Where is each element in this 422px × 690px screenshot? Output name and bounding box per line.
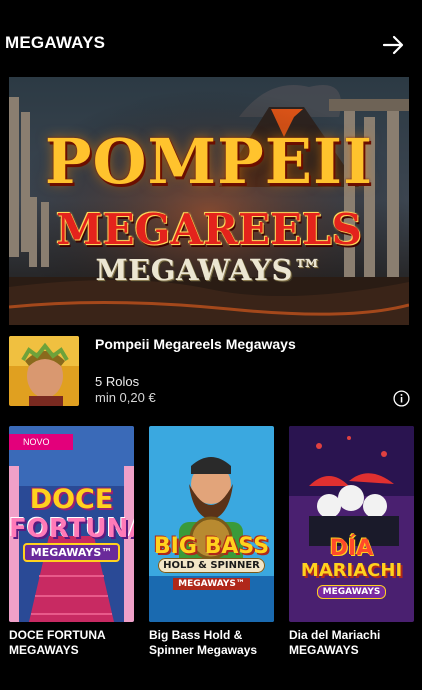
card-logo-line1: DOCE — [29, 484, 114, 515]
card-logo-line2: HOLD & SPINNER — [149, 558, 274, 573]
game-card-label[interactable]: Dia del Mariachi MEGAWAYS — [289, 628, 417, 658]
section-header: MEGAWAYS — [0, 0, 422, 78]
info-icon[interactable] — [393, 390, 410, 407]
game-min-bet: min 0,20 € — [95, 390, 156, 405]
card-logo-line2: FORTUNA — [9, 514, 134, 544]
game-card-doce-fortuna[interactable]: NOVO DOCE FORTUNA MEGAWAYS™ — [9, 426, 134, 622]
card-logo-line3: MEGAWAYS™ — [149, 578, 274, 590]
game-reels: 5 Rolos — [95, 374, 140, 389]
hero-logo-line2: MEGAREELS — [56, 205, 362, 254]
arrow-right-icon[interactable] — [381, 33, 405, 57]
hero-banner[interactable]: POMPEII MEGAREELS MEGAWAYS™ — [9, 77, 409, 325]
hero-logo-line1: POMPEII — [44, 125, 374, 198]
game-card-dia-del-mariachi[interactable]: DÍA MARIACHI MEGAWAYS — [289, 426, 414, 622]
game-card-label[interactable]: DOCE FORTUNA MEGAWAYS — [9, 628, 137, 658]
game-name[interactable]: Pompeii Megareels Megaways — [95, 336, 296, 352]
card-logo-line3: MEGAWAYS™ — [9, 543, 134, 562]
card-logo-line2: MARIACHI — [300, 560, 403, 581]
card-logo-line3: MEGAWAYS — [289, 585, 414, 599]
hero-logo-line3: MEGAWAYS™ — [95, 253, 323, 287]
section-title: MEGAWAYS — [5, 33, 106, 52]
card-logo-line1: BIG BASS — [153, 534, 270, 559]
new-badge: NOVO — [9, 434, 73, 450]
card-logo-line1: DÍA — [329, 536, 374, 561]
featured-game[interactable]: Pompeii Megareels Megaways 5 Rolos min 0… — [9, 336, 413, 408]
game-thumbnail[interactable] — [9, 336, 79, 406]
game-card-big-bass[interactable]: BIG BASS HOLD & SPINNER MEGAWAYS™ — [149, 426, 274, 622]
game-card-label[interactable]: Big Bass Hold & Spinner Megaways — [149, 628, 277, 658]
